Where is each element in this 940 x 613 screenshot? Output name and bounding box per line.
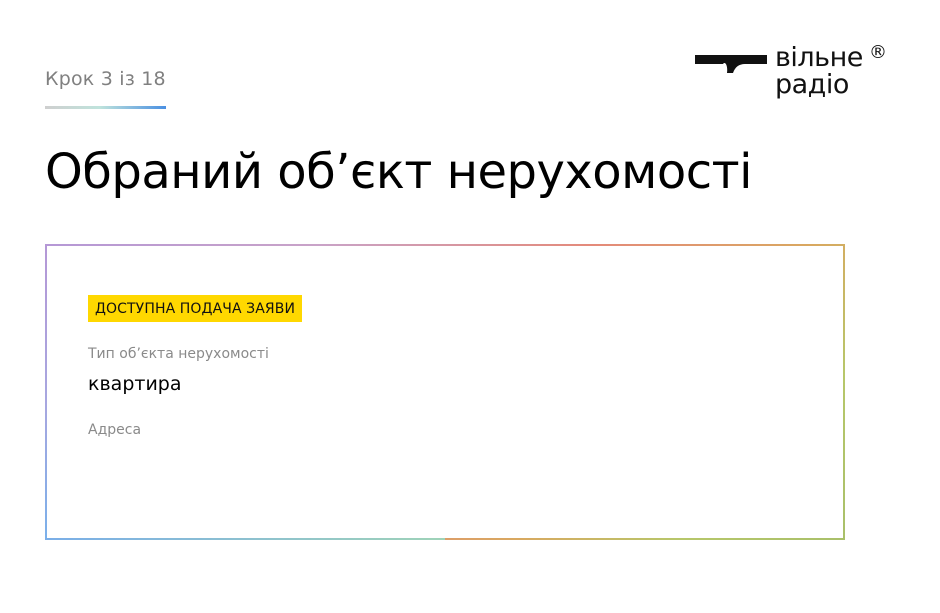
card-border-bottom	[45, 538, 445, 540]
address-label: Адреса	[88, 422, 142, 438]
selected-property-card: ДОСТУПНА ПОДАЧА ЗАЯВИ Тип об’єкта нерухо…	[45, 244, 845, 540]
status-badge: ДОСТУПНА ПОДАЧА ЗАЯВИ	[88, 295, 303, 322]
property-type-label: Тип об’єкта нерухомості	[88, 346, 269, 362]
step-progress-underline	[45, 106, 166, 109]
logo-mark-icon	[695, 55, 767, 73]
registered-mark: ®	[869, 42, 887, 63]
page-title: Обраний об’єкт нерухомості	[45, 144, 752, 200]
card-content: ДОСТУПНА ПОДАЧА ЗАЯВИ Тип об’єкта нерухо…	[47, 246, 843, 538]
logo-wordmark: вільне радіо	[775, 44, 863, 98]
property-type-value: квартира	[88, 373, 182, 395]
step-indicator: Крок 3 із 18	[45, 68, 166, 90]
logo-line-2: радіо	[775, 69, 849, 100]
brand-logo: вільне радіо ®	[695, 44, 895, 104]
logo-line-1: вільне	[775, 42, 863, 73]
